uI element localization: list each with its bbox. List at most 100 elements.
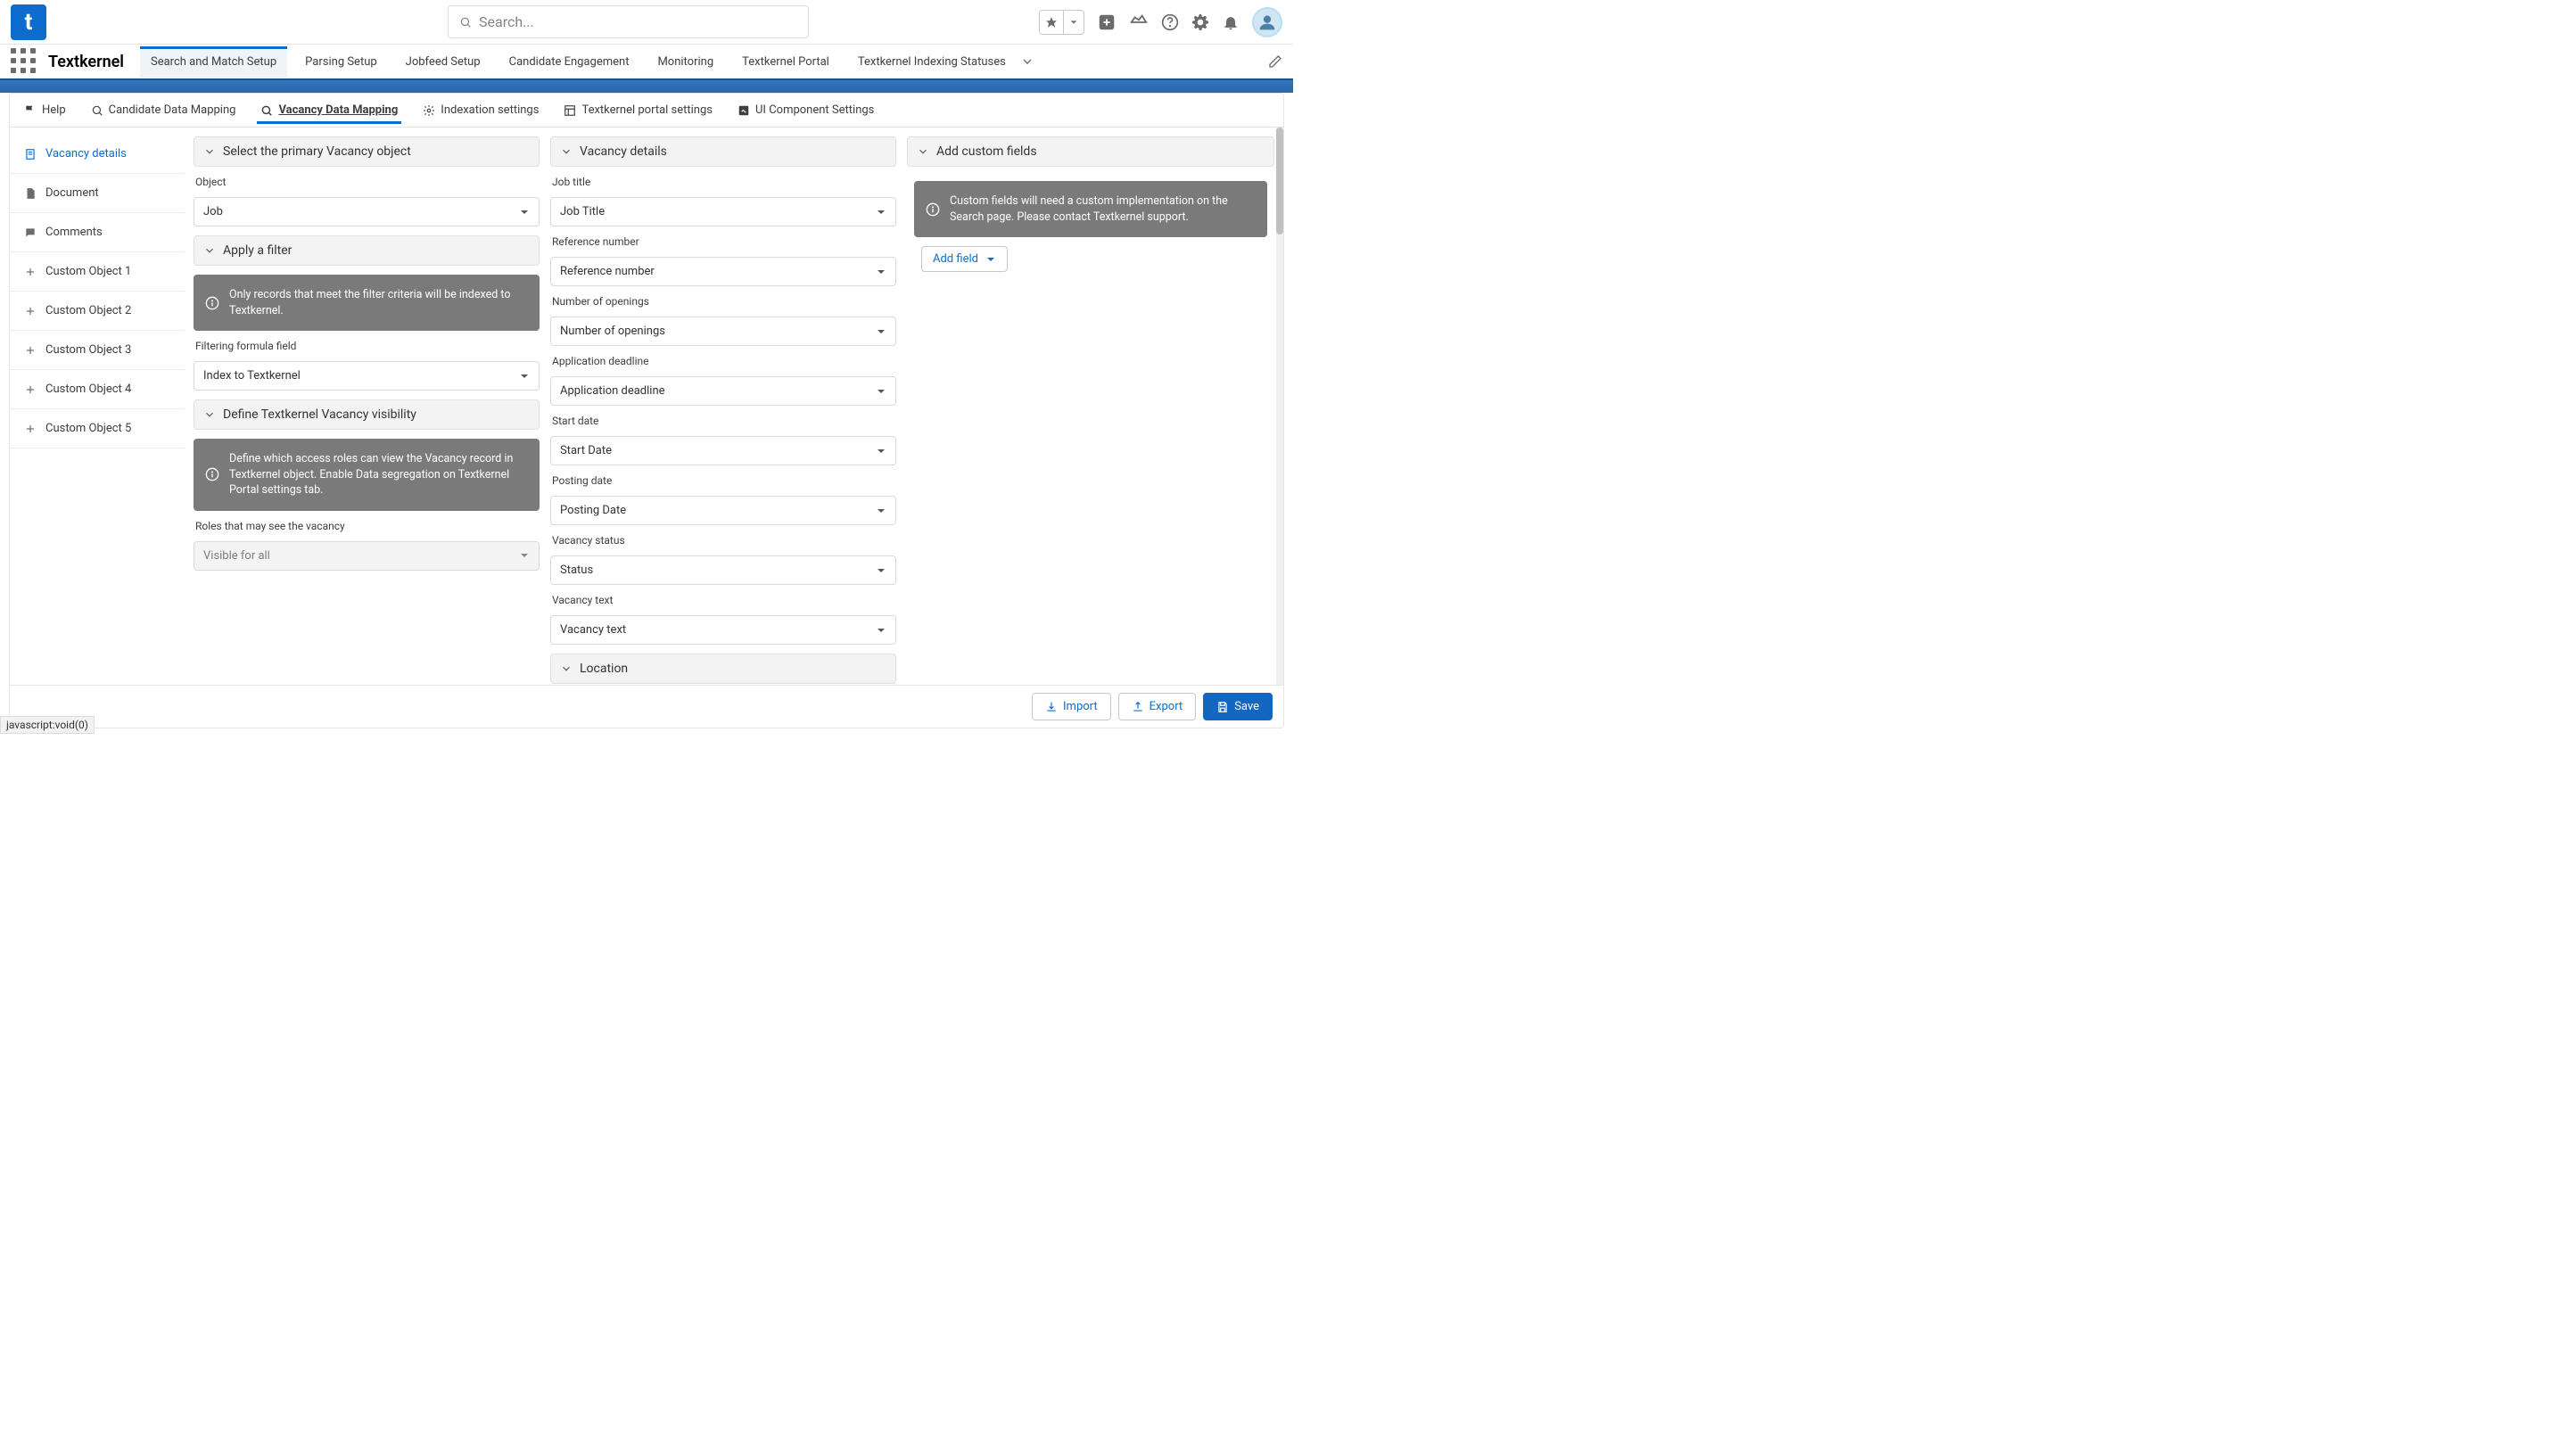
subtab-vacancy-mapping[interactable]: Vacancy Data Mapping [257,96,401,124]
edit-icon [738,104,750,117]
layout-icon [564,104,576,117]
page-card: Help Candidate Data Mapping Vacancy Data… [9,93,1284,728]
upload-icon [1132,701,1144,713]
pencil-icon[interactable] [1268,54,1282,69]
favorites-toggle[interactable] [1039,10,1084,35]
select-value: Job Title [560,205,605,218]
plus-icon[interactable] [1097,12,1117,32]
app-tab-search-match[interactable]: Search and Match Setup [140,46,287,78]
app-logo[interactable]: t [11,4,46,40]
field-select-openings[interactable]: Number of openings [550,317,896,346]
field-select-reference[interactable]: Reference number [550,257,896,286]
field-select-start-date[interactable]: Start Date [550,436,896,465]
leftnav-vacancy-details[interactable]: Vacancy details [10,135,185,174]
chevron-down-icon[interactable] [1020,54,1034,69]
section-vacancy-details-header[interactable]: Vacancy details [550,136,896,167]
section-title: Vacancy details [580,144,667,159]
field-select-posting-date[interactable]: Posting Date [550,496,896,525]
subtab-label: Help [42,103,66,117]
brand-band [0,80,1293,93]
export-button[interactable]: Export [1118,693,1197,720]
subtab-help[interactable]: Help [21,96,70,124]
field-label: Vacancy text [550,594,896,606]
button-label: Add field [933,252,978,266]
leftnav-custom-3[interactable]: Custom Object 3 [10,331,185,370]
app-tab-parsing[interactable]: Parsing Setup [294,46,388,78]
formula-select[interactable]: Index to Textkernel [194,361,540,391]
app-launcher-icon[interactable] [11,48,37,75]
section-title: Location [580,662,628,676]
scrollbar[interactable] [1276,128,1283,685]
app-tab-candidate-engagement[interactable]: Candidate Engagement [499,46,640,78]
subtab-ui-components[interactable]: UI Component Settings [734,96,878,124]
subtab-portal-settings[interactable]: Textkernel portal settings [560,96,716,124]
select-value: Status [560,563,593,577]
import-button[interactable]: Import [1032,693,1111,720]
roles-select[interactable]: Visible for all [194,541,540,571]
section-primary-object-header[interactable]: Select the primary Vacancy object [194,136,540,167]
field-select-status[interactable]: Status [550,555,896,585]
app-tab-indexing-statuses[interactable]: Textkernel Indexing Statuses [847,46,1017,78]
leftnav-label: Comments [45,226,103,239]
browser-status-line: javascript:void(0) [0,716,95,734]
section-visibility-header[interactable]: Define Textkernel Vacancy visibility [194,399,540,430]
field-select-job-title[interactable]: Job Title [550,197,896,226]
chevron-down-icon [519,207,530,218]
global-search[interactable]: Search... [448,5,809,38]
leftnav-custom-4[interactable]: Custom Object 4 [10,370,185,409]
chevron-down-icon [917,145,929,158]
section-custom-fields-header[interactable]: Add custom fields [907,136,1274,167]
app-name: Textkernel [48,53,124,71]
app-tabs: Search and Match Setup Parsing Setup Job… [140,46,1017,78]
chevron-down-icon [203,408,216,421]
save-icon [1216,701,1229,713]
section-filter-header[interactable]: Apply a filter [194,235,540,266]
chevron-down-icon [876,326,886,337]
left-nav: Vacancy details Document Comments Custom… [10,128,185,685]
chevron-down-icon [203,145,216,158]
bell-icon[interactable] [1222,13,1240,31]
leftnav-label: Custom Object 2 [45,304,131,317]
document-icon [24,148,37,160]
field-select-vacancy-text[interactable]: Vacancy text [550,615,896,645]
subtab-label: Candidate Data Mapping [109,103,236,117]
help-icon[interactable] [1161,13,1179,31]
leftnav-custom-5[interactable]: Custom Object 5 [10,409,185,448]
leftnav-document[interactable]: Document [10,174,185,213]
chevron-down-icon [876,446,886,457]
gear-icon[interactable] [1191,13,1209,31]
plus-icon [24,344,37,357]
section-title: Apply a filter [223,243,292,258]
column-primary-object: Select the primary Vacancy object Object… [194,136,540,685]
subtab-indexation[interactable]: Indexation settings [419,96,542,124]
save-button[interactable]: Save [1203,693,1273,720]
salesforce-cloud-icon[interactable] [1129,12,1149,32]
app-tab-portal[interactable]: Textkernel Portal [731,46,840,78]
user-avatar[interactable] [1252,7,1282,37]
roles-label: Roles that may see the vacancy [194,520,540,532]
button-label: Save [1234,700,1259,713]
leftnav-custom-2[interactable]: Custom Object 2 [10,292,185,331]
custom-fields-info: Custom fields will need a custom impleme… [914,181,1267,237]
header-utilities [1039,7,1282,37]
select-value: Posting Date [560,504,626,517]
app-tab-jobfeed[interactable]: Jobfeed Setup [395,46,491,78]
add-field-button[interactable]: Add field [921,246,1008,272]
app-tab-monitoring[interactable]: Monitoring [647,46,724,78]
subtab-label: UI Component Settings [755,103,874,117]
leftnav-custom-1[interactable]: Custom Object 1 [10,252,185,292]
file-icon [24,187,37,200]
search-icon [459,16,472,29]
scroll-thumb[interactable] [1276,128,1283,234]
object-select[interactable]: Job [194,197,540,226]
section-location-header[interactable]: Location [550,654,896,684]
info-icon [205,296,219,310]
leftnav-comments[interactable]: Comments [10,213,185,252]
subtab-candidate-mapping[interactable]: Candidate Data Mapping [87,96,240,124]
field-select-deadline[interactable]: Application deadline [550,376,896,406]
field-label: Vacancy status [550,534,896,547]
leftnav-label: Custom Object 1 [45,265,131,278]
footer-actions: Import Export Save [10,685,1283,728]
plus-icon [24,423,37,435]
info-text: Only records that meet the filter criter… [229,287,529,318]
